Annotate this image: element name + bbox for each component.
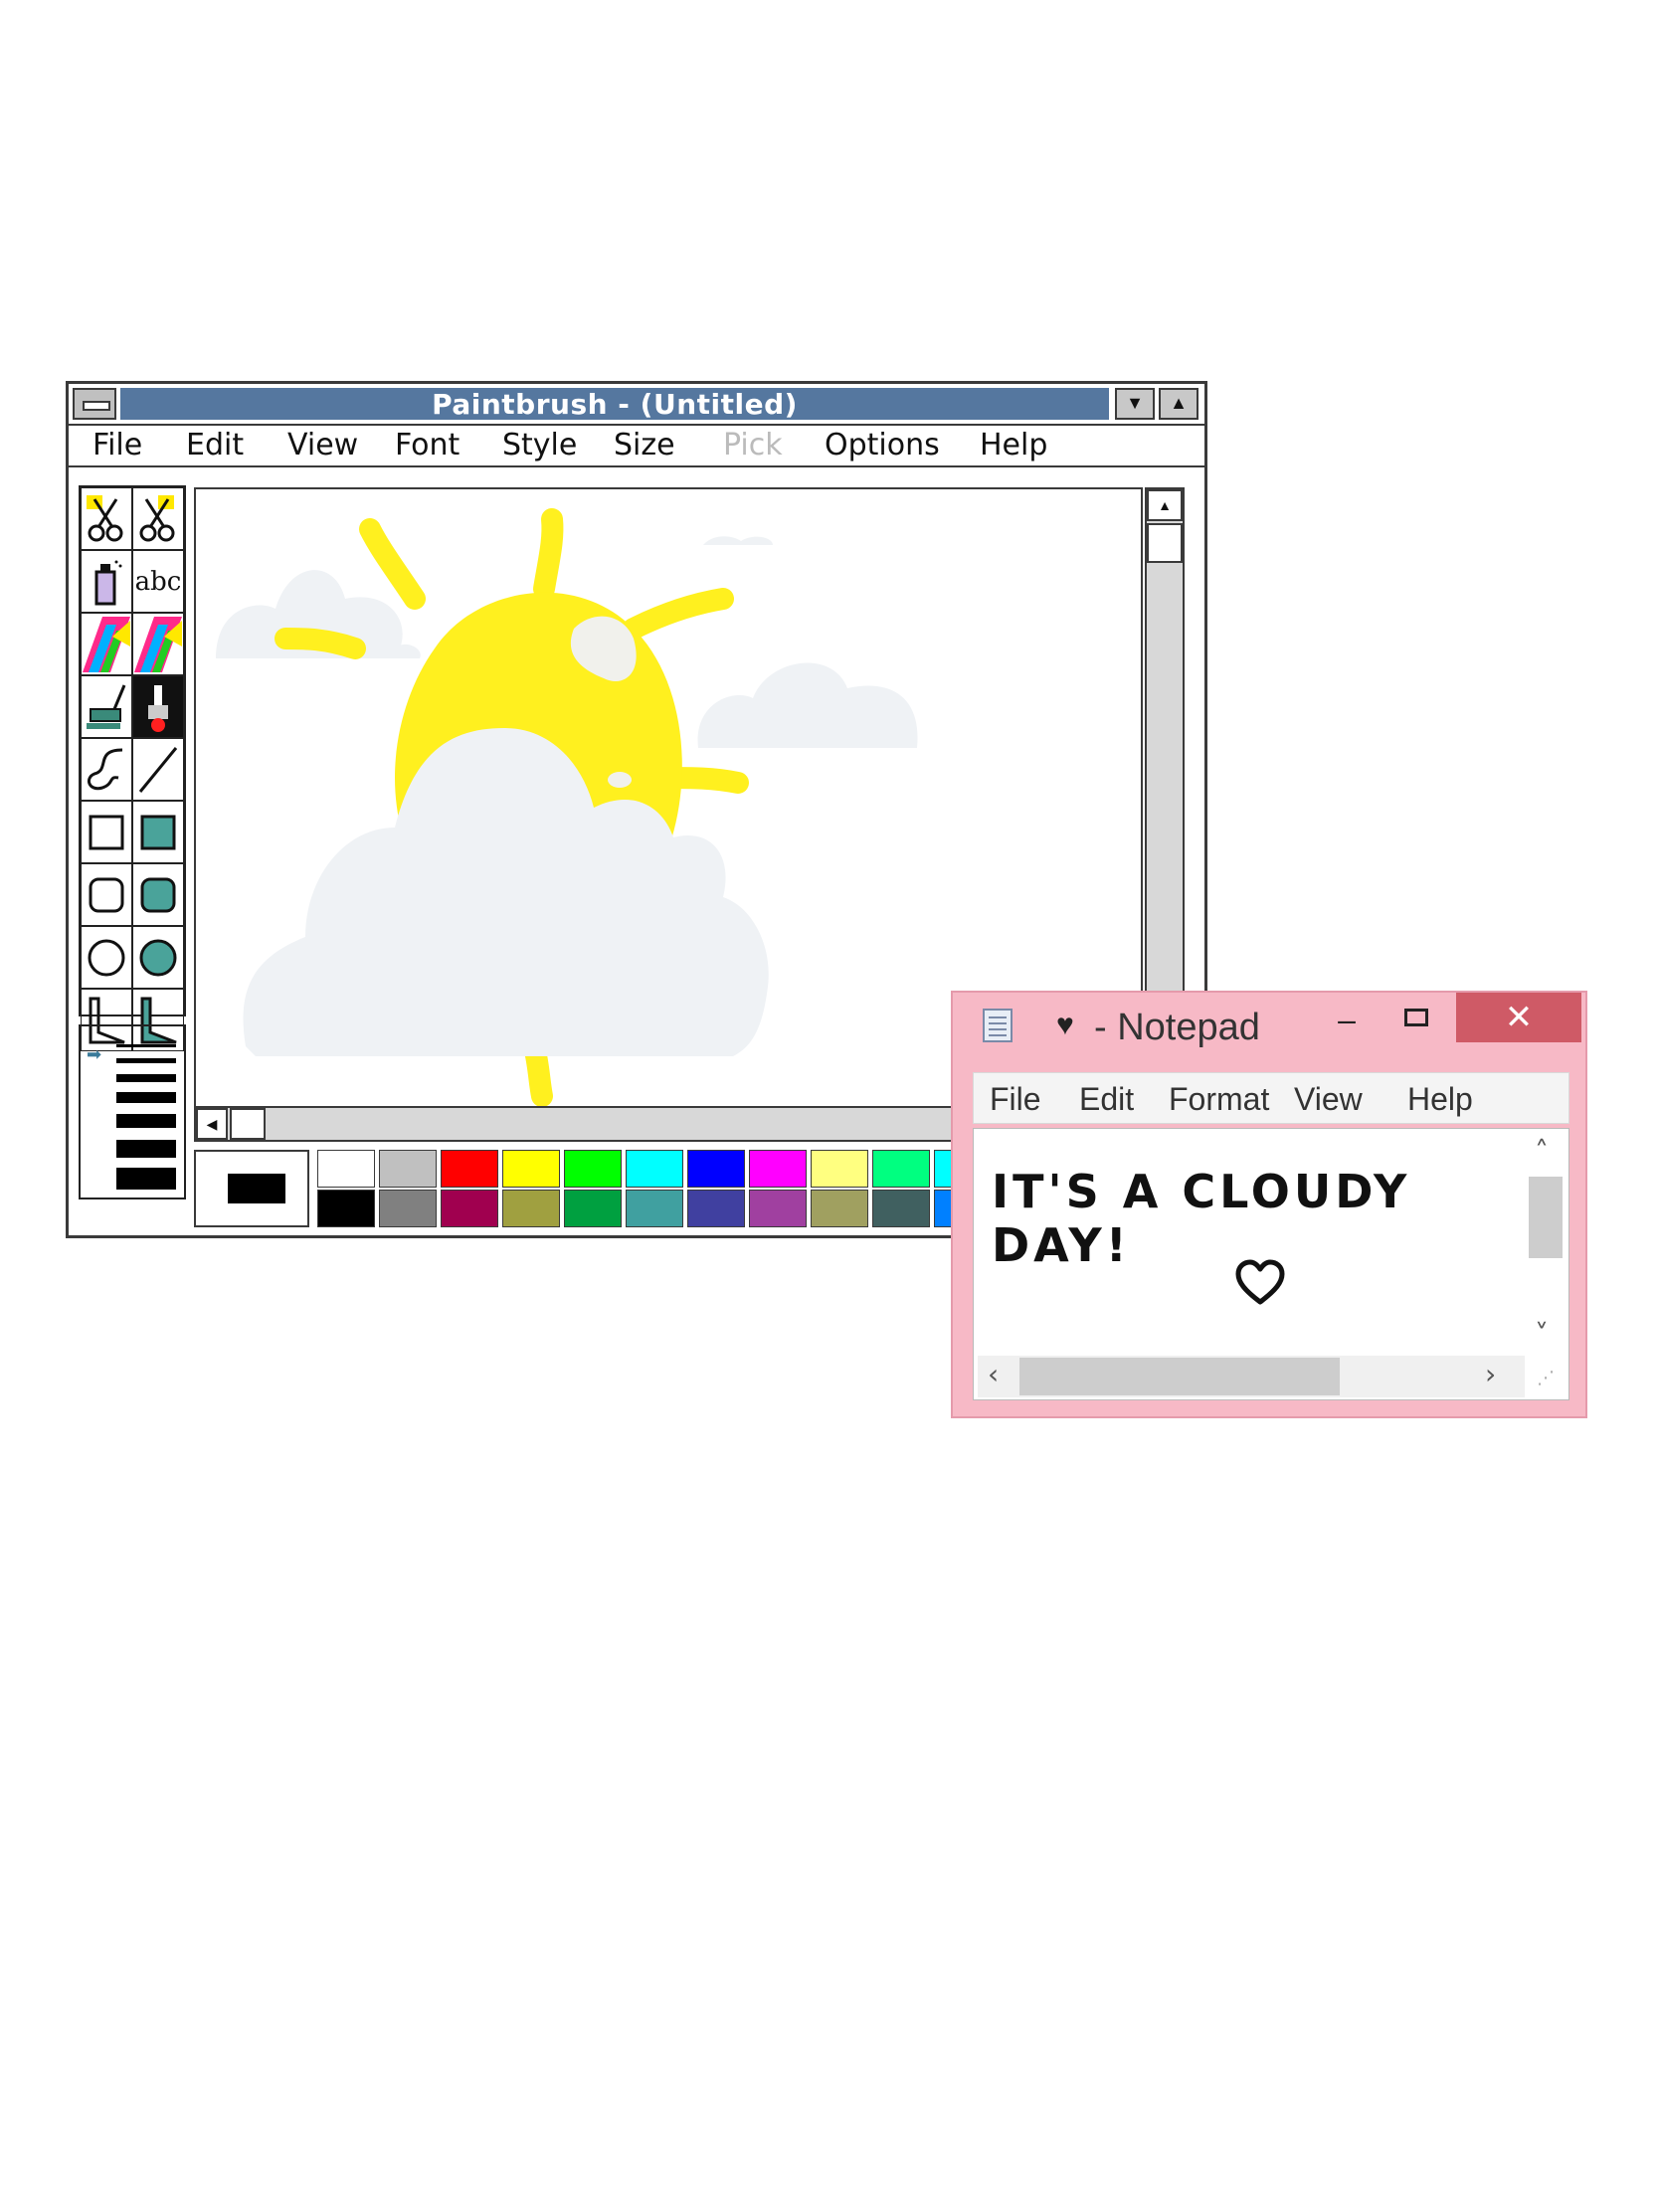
minimize-button[interactable]: – <box>1317 1003 1377 1042</box>
line-icon[interactable] <box>132 738 184 801</box>
palette-color[interactable] <box>687 1190 745 1227</box>
maximize-button[interactable]: ▲ <box>1159 388 1198 420</box>
scroll-thumb[interactable] <box>1019 1358 1340 1395</box>
palette-color[interactable] <box>317 1190 375 1227</box>
menu-edit[interactable]: Edit <box>1079 1081 1134 1118</box>
notepad-window: ♥ - Notepad – ✕ File Edit Format View He… <box>951 991 1587 1418</box>
palette-color[interactable] <box>379 1190 437 1227</box>
scroll-down-icon[interactable]: ˅ <box>1535 1318 1549 1351</box>
notepad-icon <box>983 1009 1013 1042</box>
palette-color[interactable] <box>626 1190 683 1227</box>
line-width-option[interactable] <box>116 1092 176 1103</box>
line-width-option[interactable] <box>116 1114 176 1128</box>
scroll-thumb[interactable] <box>1147 523 1183 563</box>
minimize-button[interactable]: ▼ <box>1115 388 1155 420</box>
menu-size[interactable]: Size <box>614 428 675 462</box>
small-cloud <box>703 536 773 545</box>
curve-icon[interactable] <box>81 738 132 801</box>
circle-icon[interactable] <box>81 926 132 989</box>
filled-box-icon[interactable] <box>132 801 184 863</box>
palette-color[interactable] <box>872 1150 930 1188</box>
palette-color[interactable] <box>872 1190 930 1227</box>
menu-help[interactable]: Help <box>980 428 1047 462</box>
palette-color[interactable] <box>564 1150 622 1188</box>
palette-color[interactable] <box>502 1190 560 1227</box>
eraser-icon[interactable] <box>132 613 184 675</box>
palette-color[interactable] <box>379 1150 437 1188</box>
palette-color[interactable] <box>502 1150 560 1188</box>
menu-bar: File Edit View Font Style Size Pick Opti… <box>69 426 1204 467</box>
box-icon[interactable] <box>81 801 132 863</box>
menu-format[interactable]: Format <box>1169 1081 1269 1118</box>
window-title: Paintbrush - (Untitled) <box>432 387 798 421</box>
selector-arrow-icon: ➡ <box>87 1044 102 1064</box>
filled-circle-icon[interactable] <box>132 926 184 989</box>
menu-file[interactable]: File <box>990 1081 1041 1118</box>
scroll-left-arrow-icon[interactable]: ◀ <box>196 1108 228 1140</box>
palette-color[interactable] <box>626 1150 683 1188</box>
maximize-button[interactable] <box>1386 1003 1446 1042</box>
sun-highlight <box>608 772 632 788</box>
horizontal-scrollbar[interactable]: ‹ › <box>978 1356 1525 1397</box>
palette-color[interactable] <box>811 1150 868 1188</box>
scissors-icon[interactable] <box>81 487 132 550</box>
heart-outline-icon <box>1235 1259 1285 1305</box>
line-width-option[interactable] <box>116 1168 176 1190</box>
menu-help[interactable]: Help <box>1407 1081 1473 1118</box>
current-color-swatch <box>228 1174 285 1203</box>
menu-options[interactable]: Options <box>825 428 940 462</box>
filled-rounded-box-icon[interactable] <box>132 863 184 926</box>
text-content: IT'S A CLOUDY DAY! <box>992 1165 1411 1272</box>
scroll-thumb[interactable] <box>1529 1177 1563 1258</box>
small-cloud <box>697 662 918 748</box>
system-menu-button[interactable] <box>73 388 116 420</box>
color-eraser-icon[interactable] <box>81 613 132 675</box>
palette-color[interactable] <box>687 1150 745 1188</box>
palette-color[interactable] <box>441 1150 498 1188</box>
paint-roller-icon[interactable] <box>81 675 132 738</box>
menu-pick[interactable]: Pick <box>723 428 783 462</box>
toolbox: abc <box>79 485 186 1051</box>
text-tool-icon[interactable]: abc <box>132 550 184 613</box>
text-area[interactable]: IT'S A CLOUDY DAY! ˄ ˅ ‹ › ⋰ <box>973 1128 1569 1400</box>
line-width-option[interactable] <box>116 1058 176 1063</box>
palette-color[interactable] <box>811 1190 868 1227</box>
vertical-scrollbar[interactable]: ˄ ˅ <box>1525 1133 1567 1356</box>
palette-color[interactable] <box>441 1190 498 1227</box>
scroll-up-icon[interactable]: ˄ <box>1535 1135 1549 1168</box>
heart-icon: ♥ <box>1056 1009 1074 1041</box>
palette-color[interactable] <box>749 1150 807 1188</box>
scroll-up-arrow-icon[interactable]: ▲ <box>1147 489 1183 521</box>
line-width-option[interactable] <box>116 1044 176 1047</box>
menu-view[interactable]: View <box>1294 1081 1363 1118</box>
menu-style[interactable]: Style <box>502 428 577 462</box>
line-width-selector[interactable]: ➡ <box>79 1024 186 1199</box>
title-bar: Paintbrush - (Untitled) ▼ ▲ <box>69 384 1204 426</box>
scroll-thumb[interactable] <box>230 1108 266 1140</box>
rounded-box-icon[interactable] <box>81 863 132 926</box>
scroll-right-icon[interactable]: › <box>1485 1358 1496 1390</box>
scroll-left-icon[interactable]: ‹ <box>988 1358 999 1390</box>
brush-icon[interactable] <box>132 675 184 738</box>
close-button[interactable]: ✕ <box>1456 993 1581 1042</box>
resize-grip-icon[interactable]: ⋰ <box>1537 1368 1555 1388</box>
current-color-indicator <box>194 1150 309 1227</box>
line-width-option[interactable] <box>116 1140 176 1158</box>
title-bar-fill: Paintbrush - (Untitled) <box>120 387 1109 421</box>
menu-edit[interactable]: Edit <box>186 428 244 462</box>
pick-scissors-icon[interactable] <box>132 487 184 550</box>
menu-file[interactable]: File <box>92 428 142 462</box>
palette-color[interactable] <box>564 1190 622 1227</box>
window-title: - Notepad <box>1094 1007 1260 1048</box>
text-tool-label: abc <box>134 566 182 597</box>
menu-font[interactable]: Font <box>395 428 460 462</box>
line-width-option[interactable] <box>116 1074 176 1082</box>
palette-color[interactable] <box>317 1150 375 1188</box>
menu-bar: File Edit Format View Help <box>973 1072 1569 1124</box>
palette-color[interactable] <box>749 1190 807 1227</box>
menu-view[interactable]: View <box>287 428 358 462</box>
airbrush-icon[interactable] <box>81 550 132 613</box>
